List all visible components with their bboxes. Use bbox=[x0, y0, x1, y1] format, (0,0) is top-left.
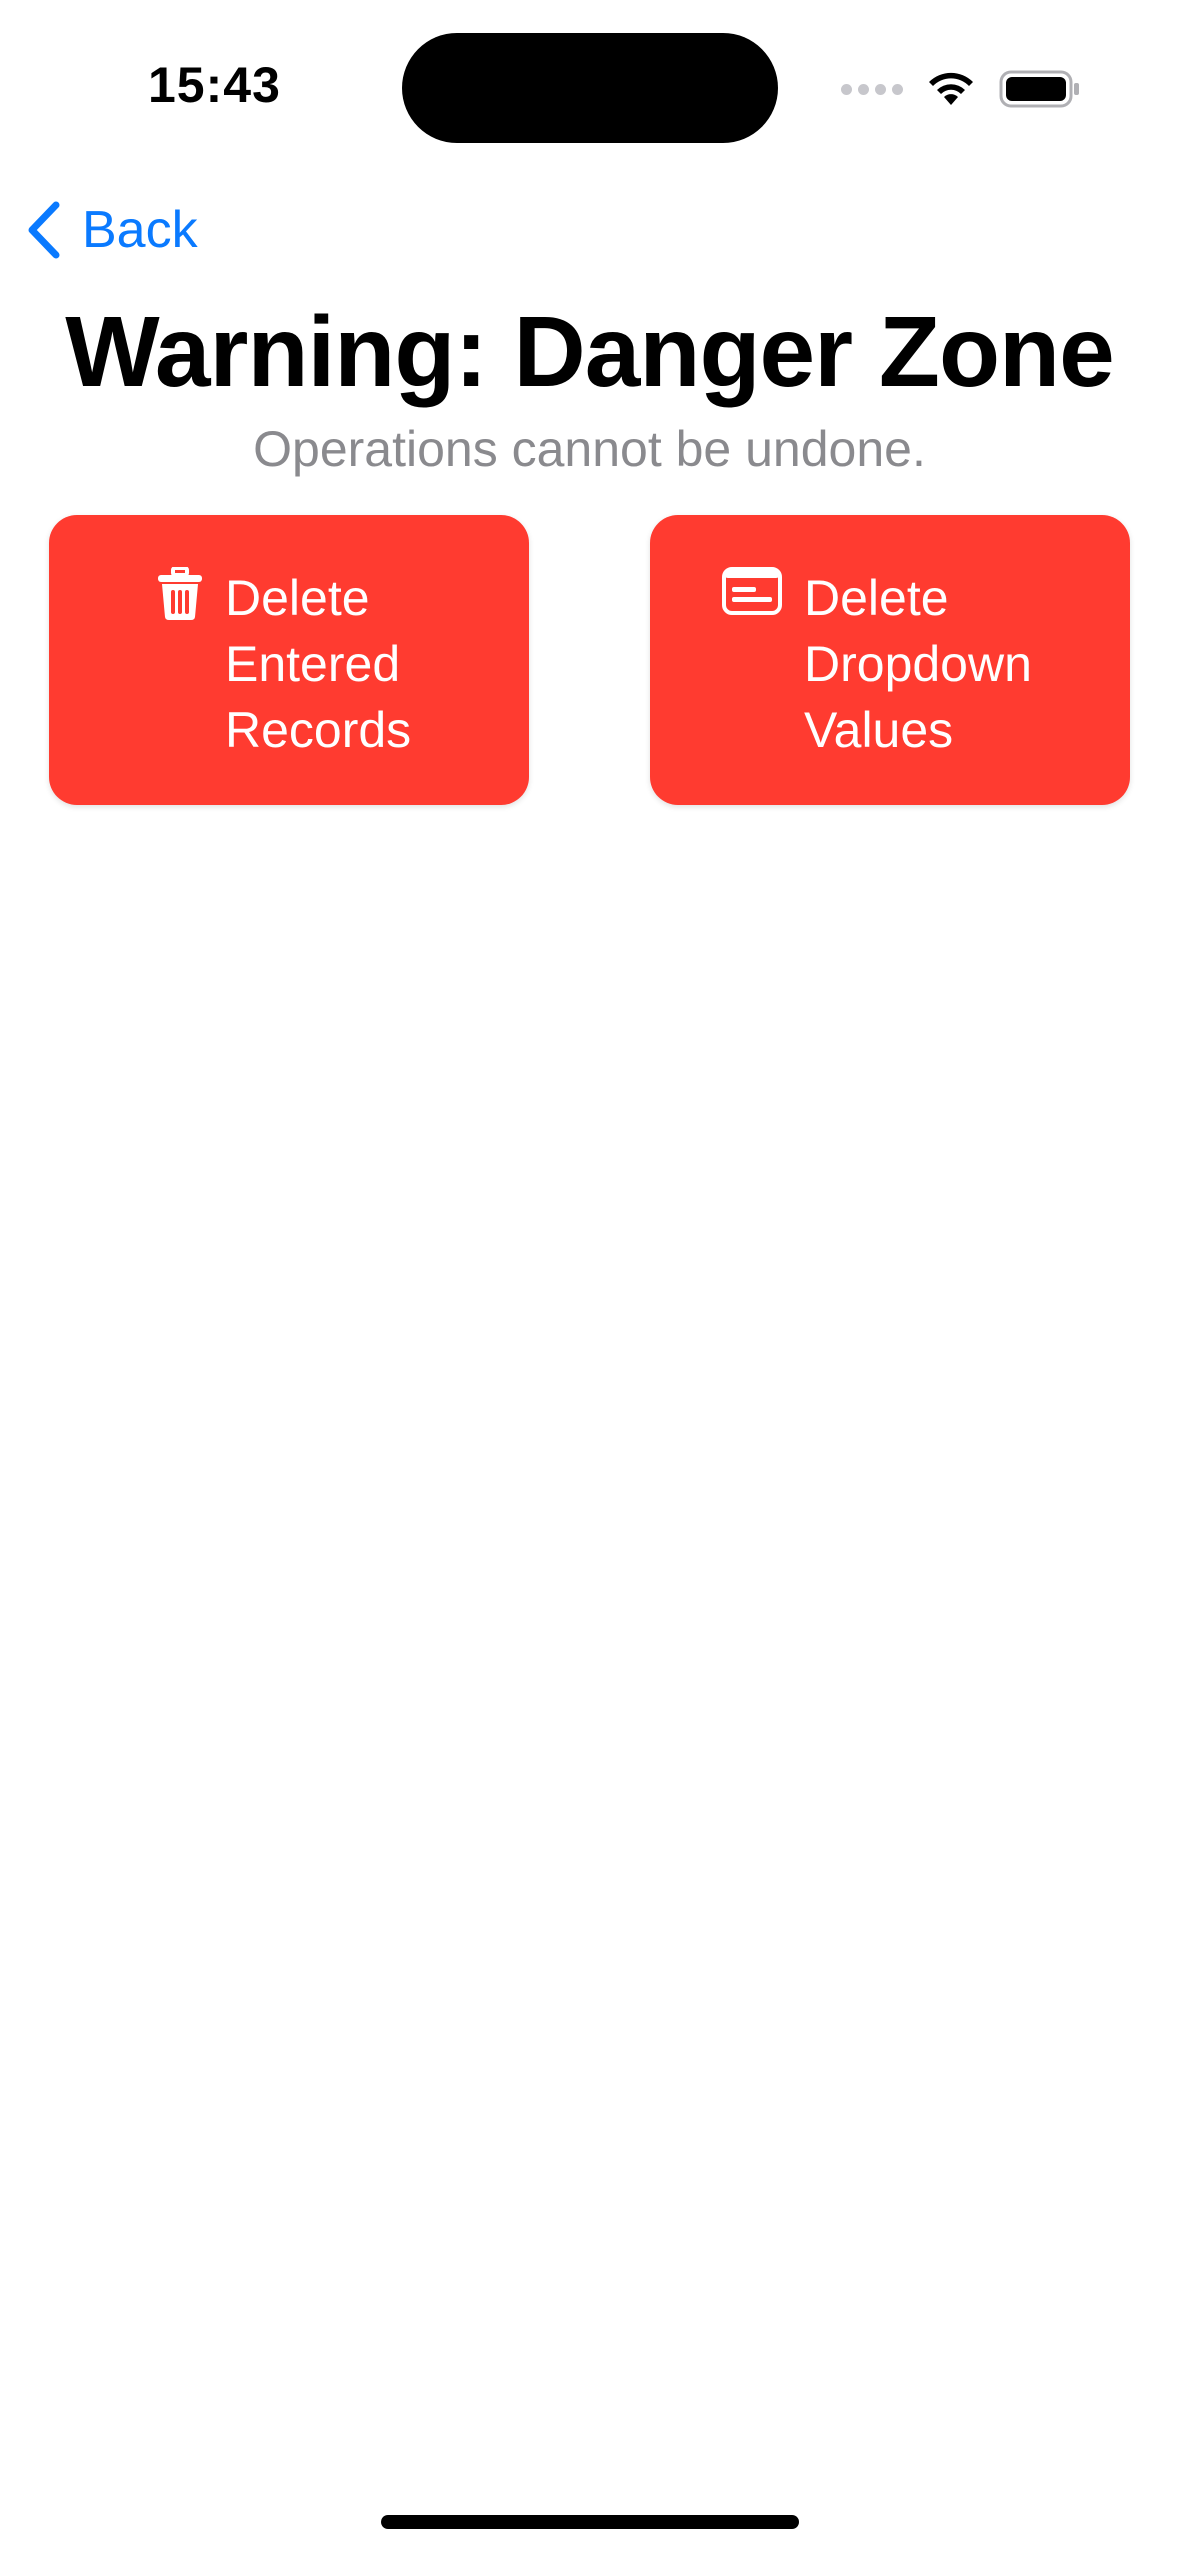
back-button[interactable]: Back bbox=[26, 190, 198, 270]
status-bar: 15:43 bbox=[0, 0, 1179, 160]
battery-icon bbox=[999, 70, 1079, 108]
wifi-icon bbox=[929, 72, 973, 105]
label-line: Delete bbox=[804, 570, 949, 626]
status-icons bbox=[841, 64, 1081, 114]
page-title: Warning: Danger Zone bbox=[65, 296, 1115, 408]
chevron-left-icon bbox=[28, 201, 60, 259]
label-line: Dropdown bbox=[804, 636, 1032, 692]
list-card-icon bbox=[722, 567, 782, 615]
button-content: Delete Entered Records bbox=[157, 565, 411, 763]
back-label: Back bbox=[82, 201, 198, 259]
label-line: Entered bbox=[225, 636, 401, 692]
button-content: Delete Dropdown Values bbox=[722, 565, 1032, 763]
label-line: Delete bbox=[225, 570, 370, 626]
signal-dots-icon bbox=[841, 83, 903, 95]
dynamic-island bbox=[402, 33, 778, 143]
page-subtitle: Operations cannot be undone. bbox=[253, 421, 926, 477]
delete-dropdown-values-button[interactable]: Delete Dropdown Values bbox=[650, 515, 1130, 805]
label-line: Records bbox=[225, 702, 412, 758]
label-line: Values bbox=[804, 702, 954, 758]
status-time: 15:43 bbox=[148, 57, 281, 113]
home-indicator bbox=[381, 2515, 799, 2529]
button-label: Delete Entered Records bbox=[225, 565, 411, 763]
button-label: Delete Dropdown Values bbox=[804, 565, 1032, 763]
delete-entered-records-button[interactable]: Delete Entered Records bbox=[49, 515, 529, 805]
trash-icon bbox=[158, 567, 202, 620]
